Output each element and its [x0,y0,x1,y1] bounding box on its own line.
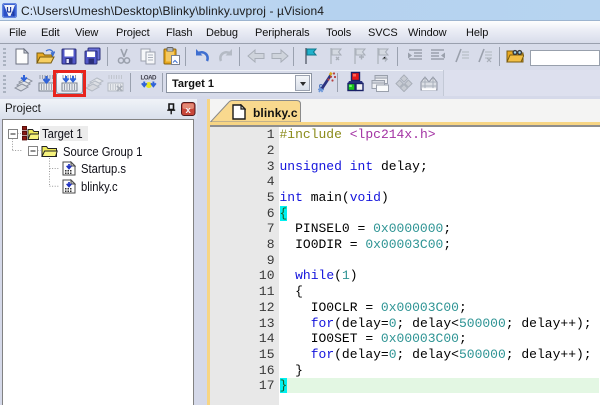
svg-text:4: 4 [11,11,15,18]
svg-text:LOAD: LOAD [141,75,158,82]
svg-text:x: x [185,105,191,116]
